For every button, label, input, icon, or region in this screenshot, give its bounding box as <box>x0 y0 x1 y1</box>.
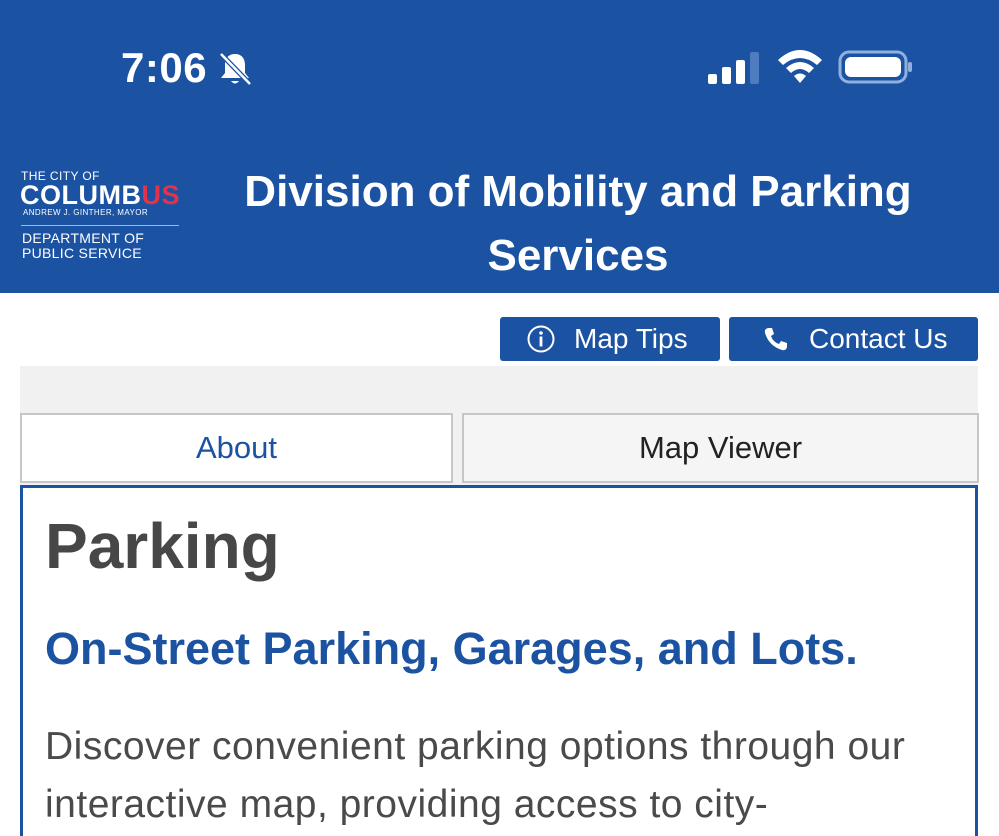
map-tips-label: Map Tips <box>574 323 688 354</box>
bell-slash-icon <box>219 52 252 86</box>
section-heading: Parking <box>45 510 280 582</box>
logo-department: DEPARTMENT OF PUBLIC SERVICE <box>22 231 182 261</box>
contact-us-label: Contact Us <box>809 323 948 354</box>
logo-name-main: COLUMB <box>20 180 142 210</box>
tab-map-viewer[interactable]: Map Viewer <box>462 413 979 483</box>
logo-divider <box>21 225 179 226</box>
tab-map-viewer-label: Map Viewer <box>638 430 803 465</box>
logo-name-accent: US <box>141 180 180 210</box>
section-subheading: On-Street Parking, Garages, and Lots. <box>45 623 858 674</box>
logo-dept-line2: PUBLIC SERVICE <box>22 245 142 261</box>
logo-mayor: ANDREW J. GINTHER, MAYOR <box>23 208 149 217</box>
tab-about-label: About <box>195 430 277 465</box>
wifi-icon <box>778 50 822 83</box>
page-title: Division of Mobility and Parking Service… <box>244 167 912 280</box>
battery-icon <box>838 50 912 84</box>
contact-us-button[interactable]: Contact Us <box>729 317 978 361</box>
status-time: 7:06 <box>121 44 208 91</box>
cellular-signal-icon <box>708 52 759 84</box>
logo-columbus: COLUMBUS <box>20 180 180 210</box>
about-panel: Parking On-Street Parking, Garages, and … <box>20 485 978 836</box>
city-of-columbus-logo[interactable]: THE CITY OF COLUMBUS ANDREW J. GINTHER, … <box>20 168 185 268</box>
app-header: 7:06 THE CITY OF COLUMBUS ANDREW J. GINT… <box>0 0 999 293</box>
info-icon <box>527 325 555 353</box>
map-tips-button[interactable]: Map Tips <box>500 317 720 361</box>
tab-about[interactable]: About <box>20 413 453 483</box>
section-body-text: Discover convenient parking options thro… <box>45 725 906 826</box>
phone-icon <box>764 328 787 351</box>
logo-dept-line1: DEPARTMENT OF <box>22 230 145 246</box>
